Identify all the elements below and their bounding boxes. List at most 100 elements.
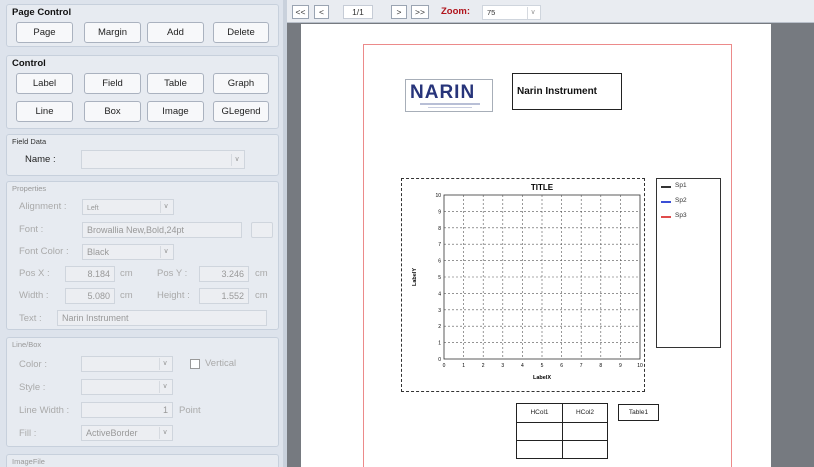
legend-swatch (661, 201, 671, 203)
graph-y-tick-label: 7 (438, 242, 441, 248)
preview-toolbar: << < 1/1 > >> Zoom: 75 ∨ (287, 0, 814, 23)
narin-logo[interactable]: NARIN (405, 79, 493, 112)
font-color-value: Black (87, 247, 110, 257)
chevron-down-icon: ∨ (527, 7, 538, 19)
name-label: Name : (25, 154, 56, 165)
graph-x-tick-label: 7 (580, 363, 583, 369)
fill-select[interactable]: ActiveBorder ∨ (81, 425, 173, 441)
graph-x-tick-label: 5 (541, 363, 544, 369)
pos-y-unit: cm (255, 268, 268, 279)
line-tool-button[interactable]: Line (16, 101, 73, 122)
page-control-title: Page Control (12, 7, 72, 18)
style-select[interactable]: ∨ (81, 379, 173, 395)
zoom-select[interactable]: 75 ∨ (482, 5, 541, 20)
zoom-value: 75 (487, 8, 496, 17)
table-tool-button[interactable]: Table (147, 73, 204, 94)
chevron-down-icon: ∨ (160, 201, 171, 213)
width-unit: cm (120, 290, 133, 301)
margin-line-left (363, 44, 364, 467)
text-label: Text : (19, 313, 42, 324)
graph-y-tick-label: 9 (438, 209, 441, 215)
table-cell (562, 422, 608, 441)
graph-x-tick-label: 9 (619, 363, 622, 369)
properties-group: Properties Alignment : Left ∨ Font : Bro… (6, 181, 279, 330)
legend-swatch (661, 216, 671, 218)
properties-title: Properties (12, 184, 47, 193)
control-title: Control (12, 58, 46, 69)
width-field[interactable]: 5.080 (65, 288, 115, 304)
next-page-button[interactable]: > (391, 5, 407, 19)
graph-x-tick-label: 0 (443, 363, 446, 369)
height-field[interactable]: 1.552 (199, 288, 249, 304)
table-header-cell: HCol2 (562, 404, 608, 423)
pos-x-field[interactable]: 8.184 (65, 266, 115, 282)
graph-y-tick-label: 5 (438, 275, 441, 281)
margin-line-top (363, 44, 732, 45)
graph-y-axis-label: LabelY (412, 268, 418, 286)
line-box-title: Line/Box (12, 340, 42, 349)
report-table[interactable]: HCol1 HCol2 (516, 403, 608, 459)
width-label: Width : (19, 290, 49, 301)
graph-y-tick-label: 1 (438, 341, 441, 347)
page-control-group: Page Control Page Margin Add Delete (6, 4, 279, 47)
fill-value: ActiveBorder (86, 428, 138, 438)
chevron-down-icon: ∨ (159, 427, 170, 439)
alignment-value: Left (87, 205, 99, 212)
graph-x-tick-label: 2 (482, 363, 485, 369)
graph-y-tick-label: 2 (438, 324, 441, 330)
pos-x-unit: cm (120, 268, 133, 279)
field-tool-button[interactable]: Field (84, 73, 141, 94)
first-page-button[interactable]: << (292, 5, 309, 19)
report-preview: << < 1/1 > >> Zoom: 75 ∨ NARIN Narin Ins… (287, 0, 814, 467)
report-page: NARIN Narin Instrument TITLE 0 1 2 3 4 5 6 7 8 9 10… (301, 24, 771, 467)
add-button[interactable]: Add (147, 22, 204, 43)
label-tool-button[interactable]: Label (16, 73, 73, 94)
font-label: Font : (19, 224, 44, 235)
line-width-unit: Point (179, 405, 201, 416)
graph-y-tick-label: 4 (438, 291, 441, 297)
last-page-button[interactable]: >> (411, 5, 429, 19)
table-header-cell: HCol1 (517, 404, 563, 423)
graph-title: TITLE (531, 183, 554, 192)
graph-tool-button[interactable]: Graph (213, 73, 269, 94)
chevron-down-icon: ∨ (231, 154, 242, 166)
font-field[interactable]: Browallia New,Bold,24pt (82, 222, 242, 238)
report-legend[interactable]: Sp1 Sp2 Sp3 (656, 178, 721, 348)
zoom-label: Zoom: (441, 6, 471, 17)
font-picker-button[interactable] (251, 222, 273, 238)
vertical-checkbox[interactable] (190, 359, 200, 369)
glegend-tool-button[interactable]: GLegend (213, 101, 269, 122)
preview-right-margin (774, 24, 814, 467)
color-select[interactable]: ∨ (81, 356, 173, 372)
line-width-field[interactable]: 1 (81, 402, 173, 418)
table-cell (562, 440, 608, 459)
logo-text: NARIN (410, 82, 476, 103)
height-label: Height : (157, 290, 190, 301)
alignment-select[interactable]: Left ∨ (82, 199, 174, 215)
graph-x-tick-label: 1 (462, 363, 465, 369)
legend-label: Sp1 (675, 182, 687, 189)
pos-y-field[interactable]: 3.246 (199, 266, 249, 282)
image-tool-button[interactable]: Image (147, 101, 204, 122)
margin-line-right (731, 44, 732, 467)
legend-label: Sp3 (675, 212, 687, 219)
report-label-narin-instrument[interactable]: Narin Instrument (512, 73, 622, 110)
name-select[interactable]: ∨ (81, 150, 245, 169)
legend-swatch (661, 186, 671, 188)
table-name-label[interactable]: Table1 (618, 404, 659, 421)
graph-x-tick-label: 10 (637, 363, 643, 369)
font-color-select[interactable]: Black ∨ (82, 244, 174, 260)
prev-page-button[interactable]: < (314, 5, 329, 19)
text-field[interactable]: Narin Instrument (57, 310, 267, 326)
margin-button[interactable]: Margin (84, 22, 141, 43)
graph-x-tick-label: 6 (560, 363, 563, 369)
vertical-label: Vertical (205, 358, 237, 369)
image-file-title: ImageFile (12, 457, 45, 466)
alignment-label: Alignment : (19, 201, 67, 212)
height-unit: cm (255, 290, 268, 301)
page-indicator: 1/1 (343, 5, 373, 19)
delete-button[interactable]: Delete (213, 22, 269, 43)
box-tool-button[interactable]: Box (84, 101, 141, 122)
report-graph[interactable]: TITLE 0 1 2 3 4 5 6 7 8 9 10 0 1 2 3 4 5 6 7 8 9 10 LabelX Label… (401, 178, 645, 392)
page-button[interactable]: Page (16, 22, 73, 43)
